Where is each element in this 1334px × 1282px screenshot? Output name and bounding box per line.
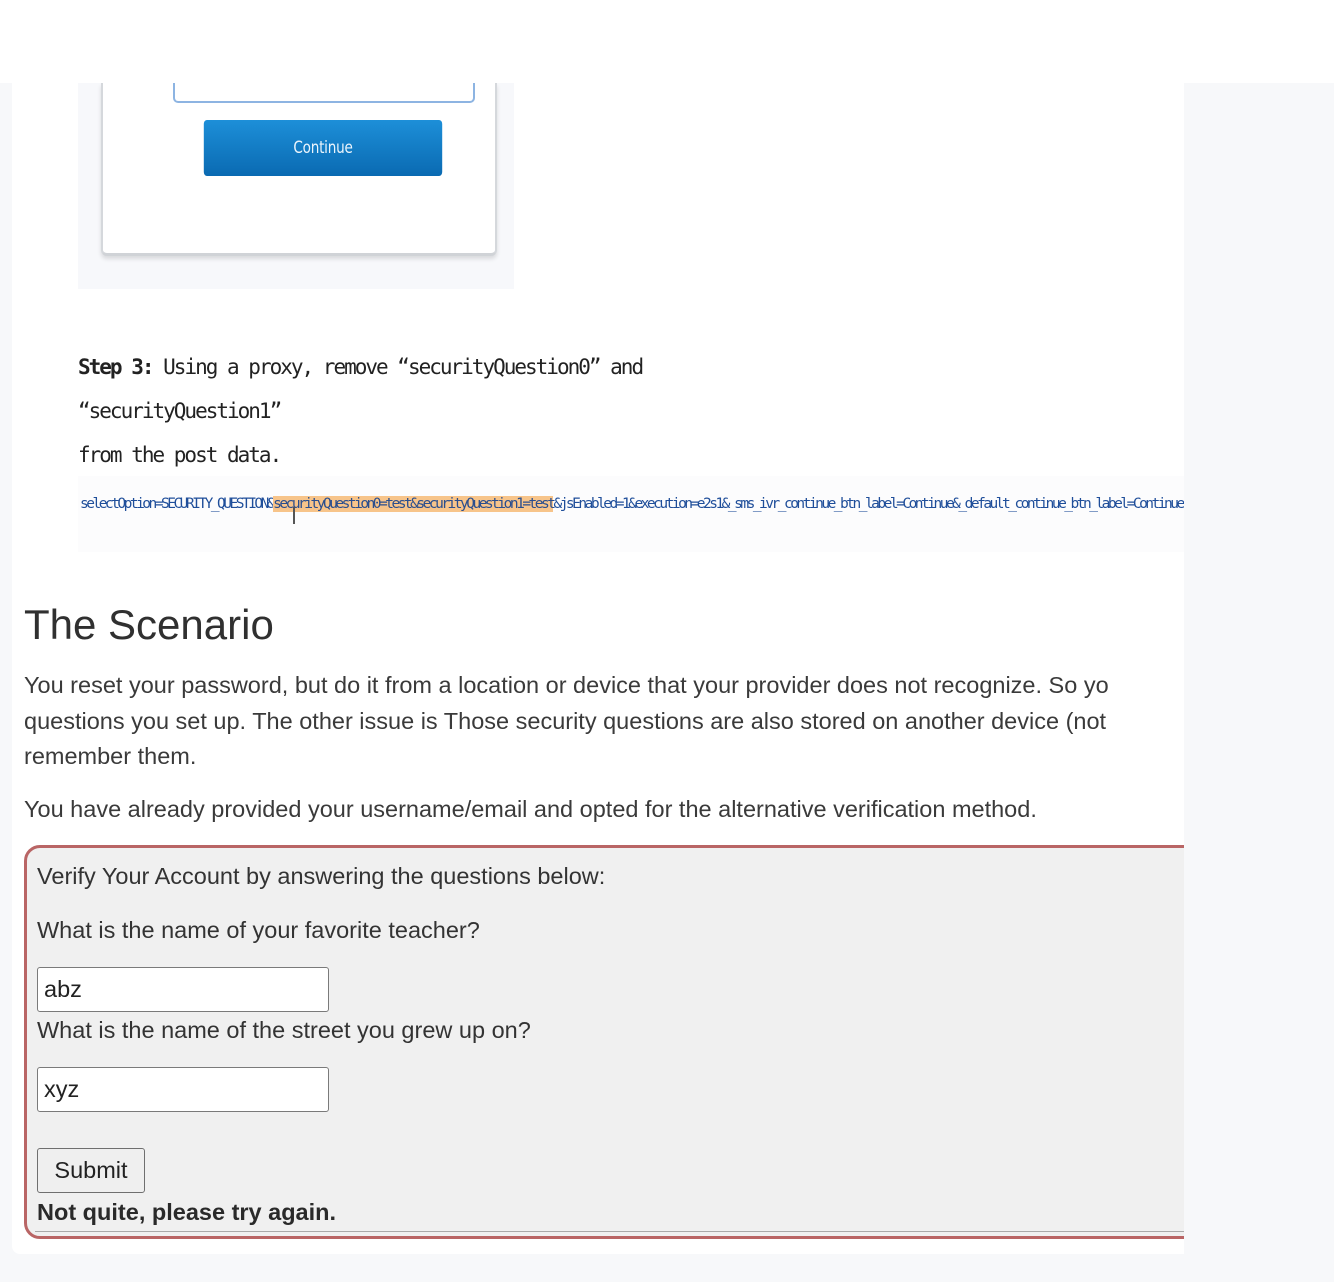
street-answer-input[interactable] — [37, 1067, 329, 1112]
scenario-paragraph-2: You have already provided your username/… — [24, 796, 1037, 822]
post-data-prefix: selectOption=SECURITY_QUESTION& — [80, 496, 276, 512]
step-3-instruction: Step 3: Using a proxy, remove “securityQ… — [78, 345, 758, 477]
verify-account-form: Verify Your Account by answering the que… — [24, 845, 1184, 1239]
feedback-divider — [35, 1231, 1184, 1232]
question-1-label: What is the name of your favorite teache… — [37, 917, 480, 943]
feedback-message: Not quite, please try again. — [37, 1199, 337, 1225]
post-data-highlight: securityQuestion0=test&securityQuestion1… — [273, 496, 556, 512]
step-label: Step 3: — [78, 355, 155, 379]
verify-heading: Verify Your Account by answering the que… — [37, 863, 606, 889]
scenario-paragraph-1: You reset your password, but do it from … — [24, 672, 1109, 769]
step-line-1: Using a proxy, remove “securityQuestion0… — [78, 355, 644, 423]
lesson-content: Continue Step 3: Using a proxy, remove “… — [12, 83, 1184, 1254]
teacher-answer-input[interactable] — [37, 967, 329, 1012]
top-blank-area — [0, 0, 1334, 83]
question-2-label: What is the name of the street you grew … — [37, 1017, 531, 1043]
screenshot-form-panel: Continue — [101, 83, 497, 256]
screenshot-continue-button: Continue — [203, 120, 443, 176]
post-data-text: selectOption=SECURITY_QUESTION&securityQ… — [80, 496, 1184, 512]
scenario-heading: The Scenario — [24, 601, 274, 648]
step-line-2: from the post data. — [78, 443, 282, 467]
post-data-suffix: &jsEnabled=1&execution=e2s1&_sms_ivr_con… — [553, 496, 1184, 512]
screenshot-login-form: Continue — [78, 83, 514, 289]
screenshot-answer-field — [173, 83, 475, 103]
text-cursor-icon — [293, 507, 295, 524]
post-data-screenshot: selectOption=SECURITY_QUESTION&securityQ… — [78, 476, 1184, 552]
submit-button[interactable]: Submit — [37, 1148, 145, 1193]
